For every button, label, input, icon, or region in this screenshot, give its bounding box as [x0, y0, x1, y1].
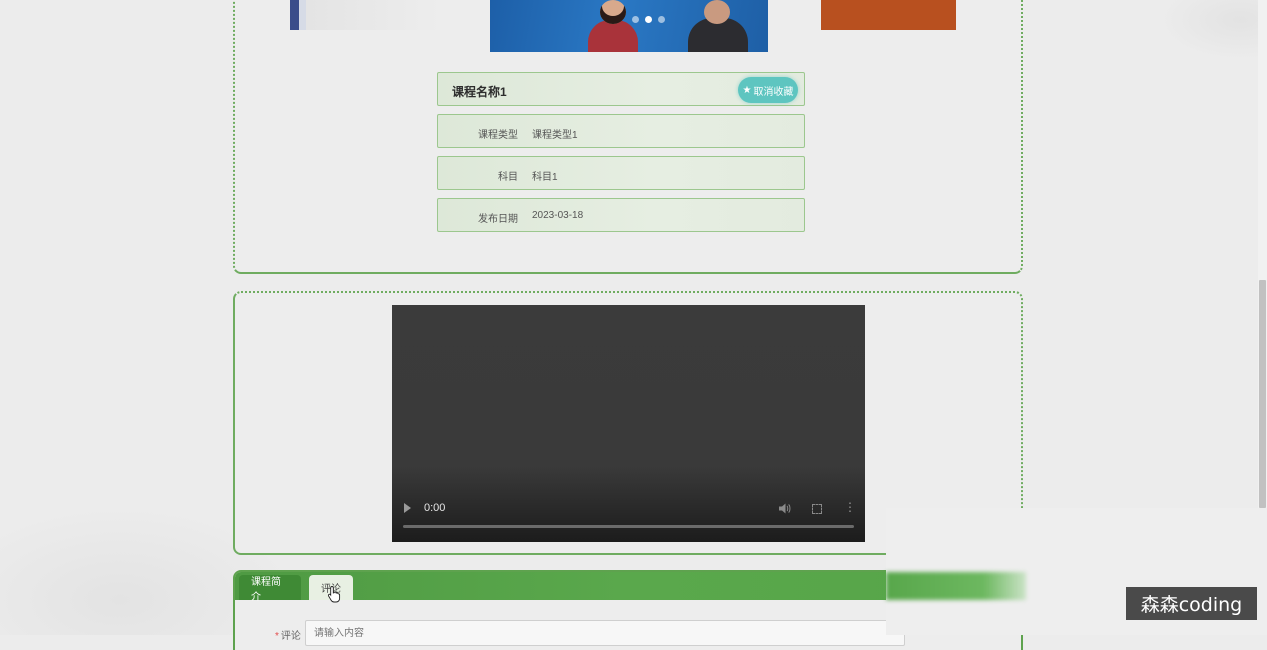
course-title: 课程名称1 [452, 85, 507, 99]
banner-indicator-dots [632, 16, 665, 23]
unfavorite-label: 取消收藏 [753, 86, 794, 98]
scrollbar-thumb[interactable] [1259, 280, 1266, 508]
course-detail-card: 课程名称1 ★ 取消收藏 课程类型 课程类型1 科目 科目1 发布日期 2023… [233, 0, 1023, 274]
fullscreen-icon[interactable] [812, 504, 822, 514]
banner-next-slide[interactable] [821, 0, 956, 30]
tab-course-intro[interactable]: 课程简介 [239, 575, 301, 603]
banner-prev-slide-fade [306, 0, 441, 30]
banner-person-left-head [600, 0, 626, 24]
banner-person-left [588, 20, 638, 52]
publish-date-row: 发布日期 2023-03-18 [437, 198, 805, 232]
publish-date-label: 发布日期 [478, 214, 518, 225]
subject-row: 科目 科目1 [437, 156, 805, 190]
banner-person-right-head [704, 0, 730, 24]
publish-date-value: 2023-03-18 [532, 210, 584, 221]
video-time: 0:00 [424, 502, 446, 514]
video-progress-bar[interactable] [403, 525, 854, 528]
course-title-row: 课程名称1 ★ 取消收藏 [437, 72, 805, 106]
course-type-label: 课程类型 [478, 130, 518, 141]
hand-cursor-icon [327, 586, 341, 603]
watermark: 森森coding [1126, 587, 1257, 620]
subject-label: 科目 [498, 172, 518, 183]
comment-input[interactable] [305, 620, 905, 646]
banner-dot-2[interactable] [645, 16, 652, 23]
unfavorite-button[interactable]: ★ 取消收藏 [738, 77, 798, 103]
course-type-value: 课程类型1 [532, 130, 578, 141]
banner-image[interactable] [490, 0, 768, 52]
course-type-row: 课程类型 课程类型1 [437, 114, 805, 148]
play-icon[interactable] [404, 503, 411, 513]
blurred-tab-bar-extension [886, 572, 1026, 600]
video-player[interactable]: 0:00 ⋮ [392, 305, 865, 542]
banner-dot-1[interactable] [632, 16, 639, 23]
more-options-icon[interactable]: ⋮ [844, 501, 856, 513]
banner-prev-slide[interactable] [290, 0, 306, 30]
star-icon: ★ [742, 84, 752, 96]
subject-value: 科目1 [532, 172, 558, 183]
banner-dot-3[interactable] [658, 16, 665, 23]
volume-icon[interactable] [779, 503, 791, 514]
